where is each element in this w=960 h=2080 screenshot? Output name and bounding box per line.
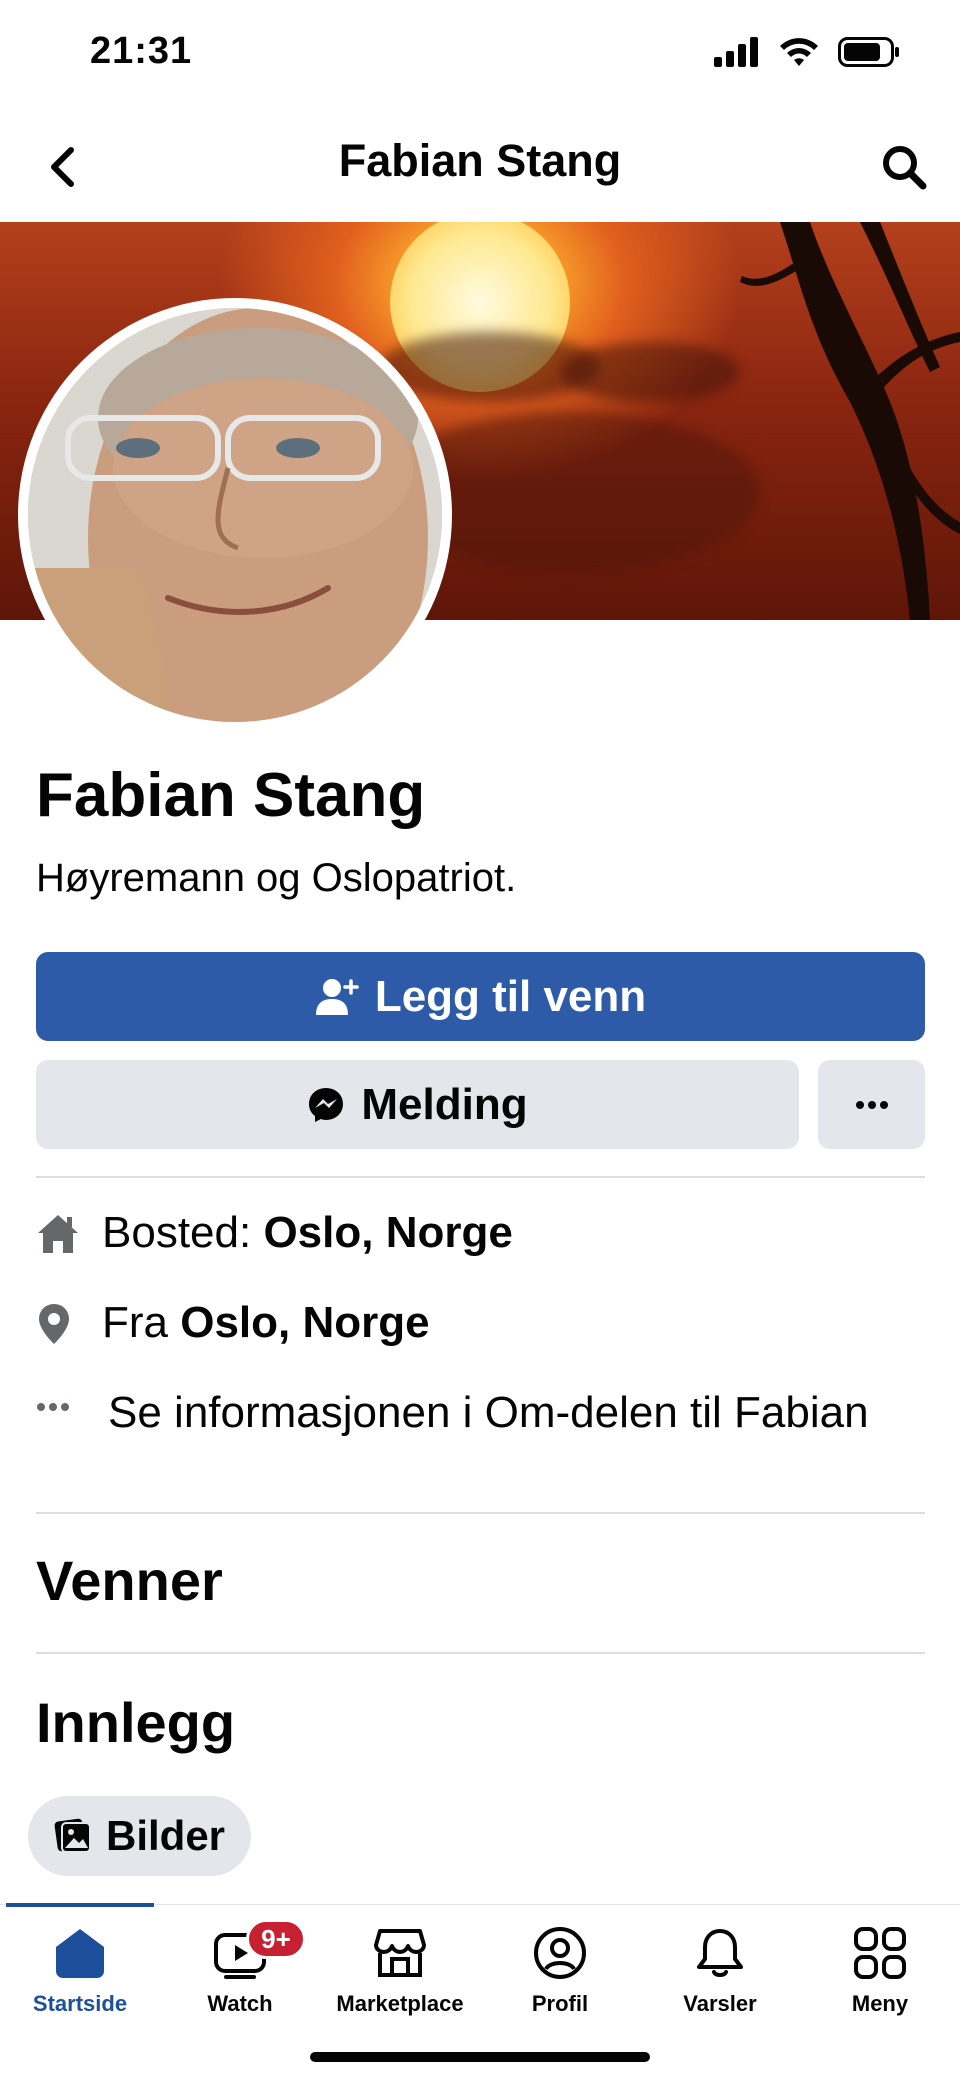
nav-header: Fabian Stang [0, 115, 960, 220]
home-icon [38, 1215, 78, 1253]
info-hometown: Fra Oslo, Norge [36, 1294, 430, 1354]
profile-bio: Høyremann og Oslopatriot. [36, 856, 517, 900]
photos-chip[interactable]: Bilder [28, 1796, 252, 1876]
profile-avatar[interactable] [18, 298, 452, 732]
message-label: Melding [361, 1079, 528, 1129]
tab-varsler[interactable]: Varsler [640, 1925, 800, 2045]
marketplace-icon [374, 1929, 426, 1977]
tab-label: Startside [32, 1991, 128, 2016]
divider [36, 1176, 925, 1178]
cover-tree [740, 222, 960, 620]
location-pin-icon [39, 1304, 69, 1344]
tab-profil[interactable]: Profil [480, 1925, 640, 2045]
more-dots-icon [37, 1403, 69, 1411]
message-button[interactable]: Melding [36, 1060, 799, 1149]
home-icon [56, 1929, 104, 1978]
tab-marketplace[interactable]: Marketplace [320, 1925, 480, 2045]
residence-value[interactable]: Oslo, Norge [263, 1208, 512, 1257]
photos-chip-label: Bilder [106, 1812, 226, 1859]
tab-label: Meny [851, 1991, 909, 2016]
status-icons [714, 36, 900, 68]
add-friend-button[interactable]: Legg til venn [36, 952, 925, 1041]
search-icon [883, 146, 927, 190]
home-indicator[interactable] [310, 2052, 650, 2062]
tab-label: Profil [531, 1991, 589, 2016]
tab-startside[interactable]: Startside [0, 1925, 160, 2045]
tab-label: Marketplace [336, 1991, 464, 2016]
about-link-text: Se informasjonen i Om-delen til Fabian [108, 1388, 869, 1437]
avatar-photo [28, 308, 442, 722]
friends-section-title: Venner [36, 1549, 223, 1612]
cellular-signal-icon [714, 37, 758, 67]
more-options-button[interactable] [818, 1060, 925, 1149]
active-tab-indicator [6, 1903, 154, 1907]
posts-section-title: Innlegg [36, 1691, 236, 1754]
profile-icon [534, 1927, 586, 1979]
more-dots-icon [855, 1100, 888, 1109]
divider [36, 1652, 925, 1654]
wifi-icon [780, 38, 818, 66]
status-time: 21:31 [90, 30, 193, 72]
search-button[interactable] [874, 137, 934, 197]
notification-badge: 9+ [246, 1919, 306, 1959]
menu-grid-icon [854, 1927, 906, 1979]
hometown-label: Fra [102, 1298, 168, 1347]
add-friend-icon [315, 978, 359, 1015]
residence-label: Bosted: [102, 1208, 252, 1257]
hometown-value[interactable]: Oslo, Norge [180, 1298, 429, 1347]
tab-label: Varsler [683, 1991, 757, 2016]
profile-name: Fabian Stang [36, 761, 426, 830]
info-about-link[interactable]: Se informasjonen i Om-delen til Fabian [36, 1384, 916, 1444]
messenger-icon [309, 1087, 344, 1122]
page-title: Fabian Stang [338, 135, 622, 186]
bell-icon [697, 1929, 743, 1977]
status-bar: 21:31 [0, 0, 960, 110]
tab-meny[interactable]: Meny [800, 1925, 960, 2045]
tab-label: Watch [207, 1991, 273, 2016]
add-friend-label: Legg til venn [374, 971, 647, 1021]
photos-icon [54, 1818, 91, 1853]
battery-icon [838, 37, 899, 67]
divider [36, 1512, 925, 1514]
tab-watch[interactable]: 9+ Watch [160, 1919, 320, 2045]
info-residence: Bosted: Oslo, Norge [36, 1204, 513, 1264]
